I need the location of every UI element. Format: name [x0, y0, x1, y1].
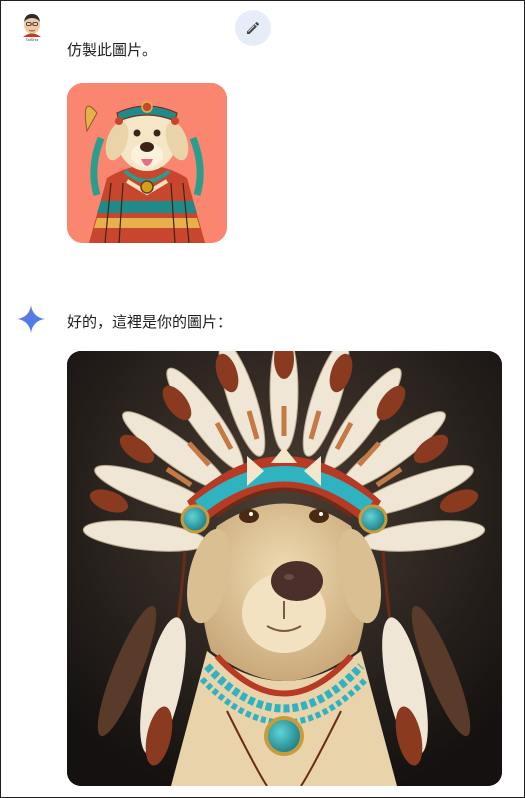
user-message-text: 仿製此圖片。: [67, 41, 158, 59]
edit-prompt-button[interactable]: [235, 10, 271, 46]
chat-window: TaiShiz 仿製此圖片。 好的，這裡是你的圖片：: [0, 0, 525, 798]
avatar-caption: TaiShiz: [25, 37, 39, 42]
dog-illustration-image: [67, 83, 227, 243]
pencil-icon: [247, 21, 260, 34]
sparkle-icon: [16, 304, 46, 334]
attached-image[interactable]: [67, 83, 227, 243]
dog-headdress-portrait-image: [67, 351, 502, 786]
avatar-portrait: [23, 14, 41, 37]
user-avatar[interactable]: TaiShiz: [19, 11, 45, 42]
assistant-message-text: 好的，這裡是你的圖片：: [67, 313, 233, 331]
generated-image[interactable]: [67, 351, 502, 786]
